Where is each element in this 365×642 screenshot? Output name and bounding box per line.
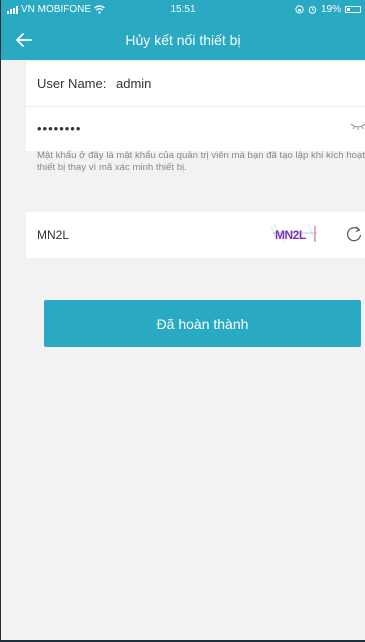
username-label: User Name:: [37, 76, 107, 91]
captcha-image-text: MN2L: [275, 228, 306, 242]
orientation-lock-icon: [295, 5, 304, 14]
username-value[interactable]: admin: [116, 76, 151, 91]
username-text: User Name: admin: [37, 76, 151, 91]
username-row: User Name: admin: [26, 62, 365, 107]
status-right: 19%: [295, 4, 361, 15]
refresh-icon[interactable]: [344, 224, 364, 244]
captcha-input[interactable]: MN2L: [37, 228, 69, 242]
battery-icon: [345, 6, 361, 13]
battery-percent: 19%: [320, 4, 341, 15]
password-field[interactable]: ••••••••: [37, 121, 81, 136]
app-header: VN MOBIFONE 15:51 19% Hủy kết nối thiết …: [1, 0, 365, 60]
app-screen: VN MOBIFONE 15:51 19% Hủy kết nối thiết …: [0, 0, 365, 642]
nav-bar: Hủy kết nối thiết bị: [1, 22, 365, 58]
alarm-icon: [308, 6, 317, 14]
captcha-row: MN2L MN2L: [26, 212, 365, 258]
captcha-card: MN2L MN2L: [26, 212, 365, 258]
password-row[interactable]: ••••••••: [26, 107, 365, 151]
eye-closed-icon[interactable]: [350, 123, 365, 131]
done-button[interactable]: Đã hoàn thành: [44, 300, 361, 347]
captcha-image: MN2L: [271, 222, 319, 246]
page-title: Hủy kết nối thiết bị: [125, 32, 241, 48]
status-bar: VN MOBIFONE 15:51 19%: [1, 0, 365, 20]
credentials-card: User Name: admin ••••••••: [26, 62, 365, 151]
password-hint: Mật khẩu ở đây là mật khẩu của quản trị …: [37, 150, 365, 173]
